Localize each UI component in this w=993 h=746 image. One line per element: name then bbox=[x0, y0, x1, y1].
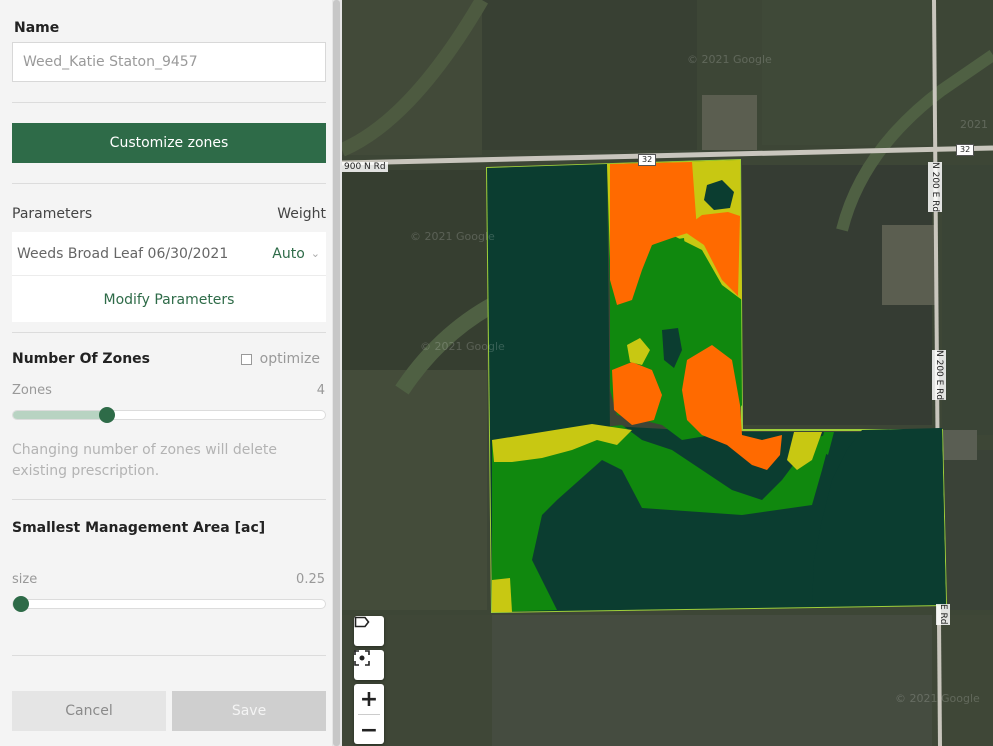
name-input[interactable] bbox=[12, 42, 326, 82]
size-value: 0.25 bbox=[296, 572, 325, 587]
road-label-200e: N 200 E Rd bbox=[932, 350, 946, 401]
zones-warning-text: Changing number of zones will delete exi… bbox=[12, 442, 277, 479]
optimize-checkbox[interactable] bbox=[240, 353, 252, 365]
divider bbox=[12, 655, 326, 656]
route-shield: 32 bbox=[638, 154, 657, 166]
locate-field-button[interactable] bbox=[354, 650, 384, 680]
farm-field bbox=[942, 450, 993, 610]
sidebar-scrollbar-thumb[interactable] bbox=[333, 0, 340, 746]
route-shield: 32 bbox=[956, 144, 975, 156]
parameter-card: Weeds Broad Leaf 06/30/2021 Auto ⌄ Modif… bbox=[12, 232, 326, 322]
zone-dark bbox=[487, 164, 610, 436]
zone-yellow bbox=[492, 578, 512, 612]
farm-field bbox=[492, 615, 932, 746]
optimize-option[interactable]: optimize bbox=[240, 351, 320, 367]
road-label-e: E Rd bbox=[936, 604, 950, 625]
farmstead bbox=[882, 225, 937, 305]
smallest-management-area-title: Smallest Management Area [ac] bbox=[12, 520, 266, 536]
modify-parameters-button[interactable]: Modify Parameters bbox=[12, 277, 326, 322]
size-slider-handle[interactable] bbox=[13, 596, 29, 612]
farm-field bbox=[942, 165, 993, 435]
divider bbox=[12, 183, 326, 184]
zoom-in-button[interactable]: + bbox=[354, 684, 384, 714]
label-tag-button[interactable] bbox=[354, 616, 384, 646]
chevron-down-icon: ⌄ bbox=[310, 247, 320, 260]
zoom-controls: + − bbox=[354, 684, 384, 744]
watermark-text: © 2021 Google bbox=[895, 692, 980, 705]
customize-zones-button[interactable]: Customize zones bbox=[12, 123, 326, 163]
divider bbox=[12, 332, 326, 333]
zones-value: 4 bbox=[316, 383, 325, 398]
name-label: Name bbox=[14, 20, 60, 36]
optimize-label: optimize bbox=[259, 351, 320, 367]
parameters-label: Parameters bbox=[12, 206, 93, 222]
parameter-name: Weeds Broad Leaf 06/30/2021 bbox=[17, 245, 229, 262]
farmstead bbox=[702, 95, 757, 150]
satellite-map[interactable]: © 2021 Google © 2021 Google © 2021 Googl… bbox=[342, 0, 993, 746]
weight-label: Weight bbox=[277, 206, 326, 222]
zones-slider-fill bbox=[13, 411, 107, 419]
size-slider[interactable] bbox=[12, 596, 326, 612]
weight-value: Auto bbox=[272, 245, 305, 262]
road-label-200e: N 200 E Rd bbox=[928, 162, 942, 213]
number-of-zones-title: Number Of Zones bbox=[12, 351, 150, 367]
zones-slider[interactable] bbox=[12, 407, 326, 423]
watermark-text: 2021 bbox=[960, 118, 988, 131]
save-button[interactable]: Save bbox=[172, 691, 326, 731]
farm-field bbox=[342, 370, 487, 610]
divider bbox=[12, 499, 326, 500]
cancel-button[interactable]: Cancel bbox=[12, 691, 166, 731]
zone-green bbox=[672, 238, 686, 258]
map-canvas: © 2021 Google © 2021 Google © 2021 Googl… bbox=[342, 0, 993, 746]
farm-field bbox=[482, 0, 697, 150]
watermark-text: © 2021 Google bbox=[410, 230, 495, 243]
parameters-header: Parameters Weight bbox=[12, 206, 326, 222]
divider bbox=[12, 102, 326, 103]
watermark-text: © 2021 Google bbox=[420, 340, 505, 353]
road-label-900n: 900 N Rd bbox=[342, 162, 388, 172]
sidebar-panel: Name Customize zones Parameters Weight W… bbox=[0, 0, 332, 746]
zoom-out-button[interactable]: − bbox=[354, 715, 384, 745]
weight-dropdown[interactable]: Auto ⌄ bbox=[272, 246, 320, 262]
size-label: size bbox=[12, 572, 38, 587]
watermark-text: © 2021 Google bbox=[687, 53, 772, 66]
zones-slider-handle[interactable] bbox=[99, 407, 115, 423]
parameter-row: Weeds Broad Leaf 06/30/2021 Auto ⌄ bbox=[12, 232, 326, 276]
zones-label: Zones bbox=[12, 383, 52, 398]
